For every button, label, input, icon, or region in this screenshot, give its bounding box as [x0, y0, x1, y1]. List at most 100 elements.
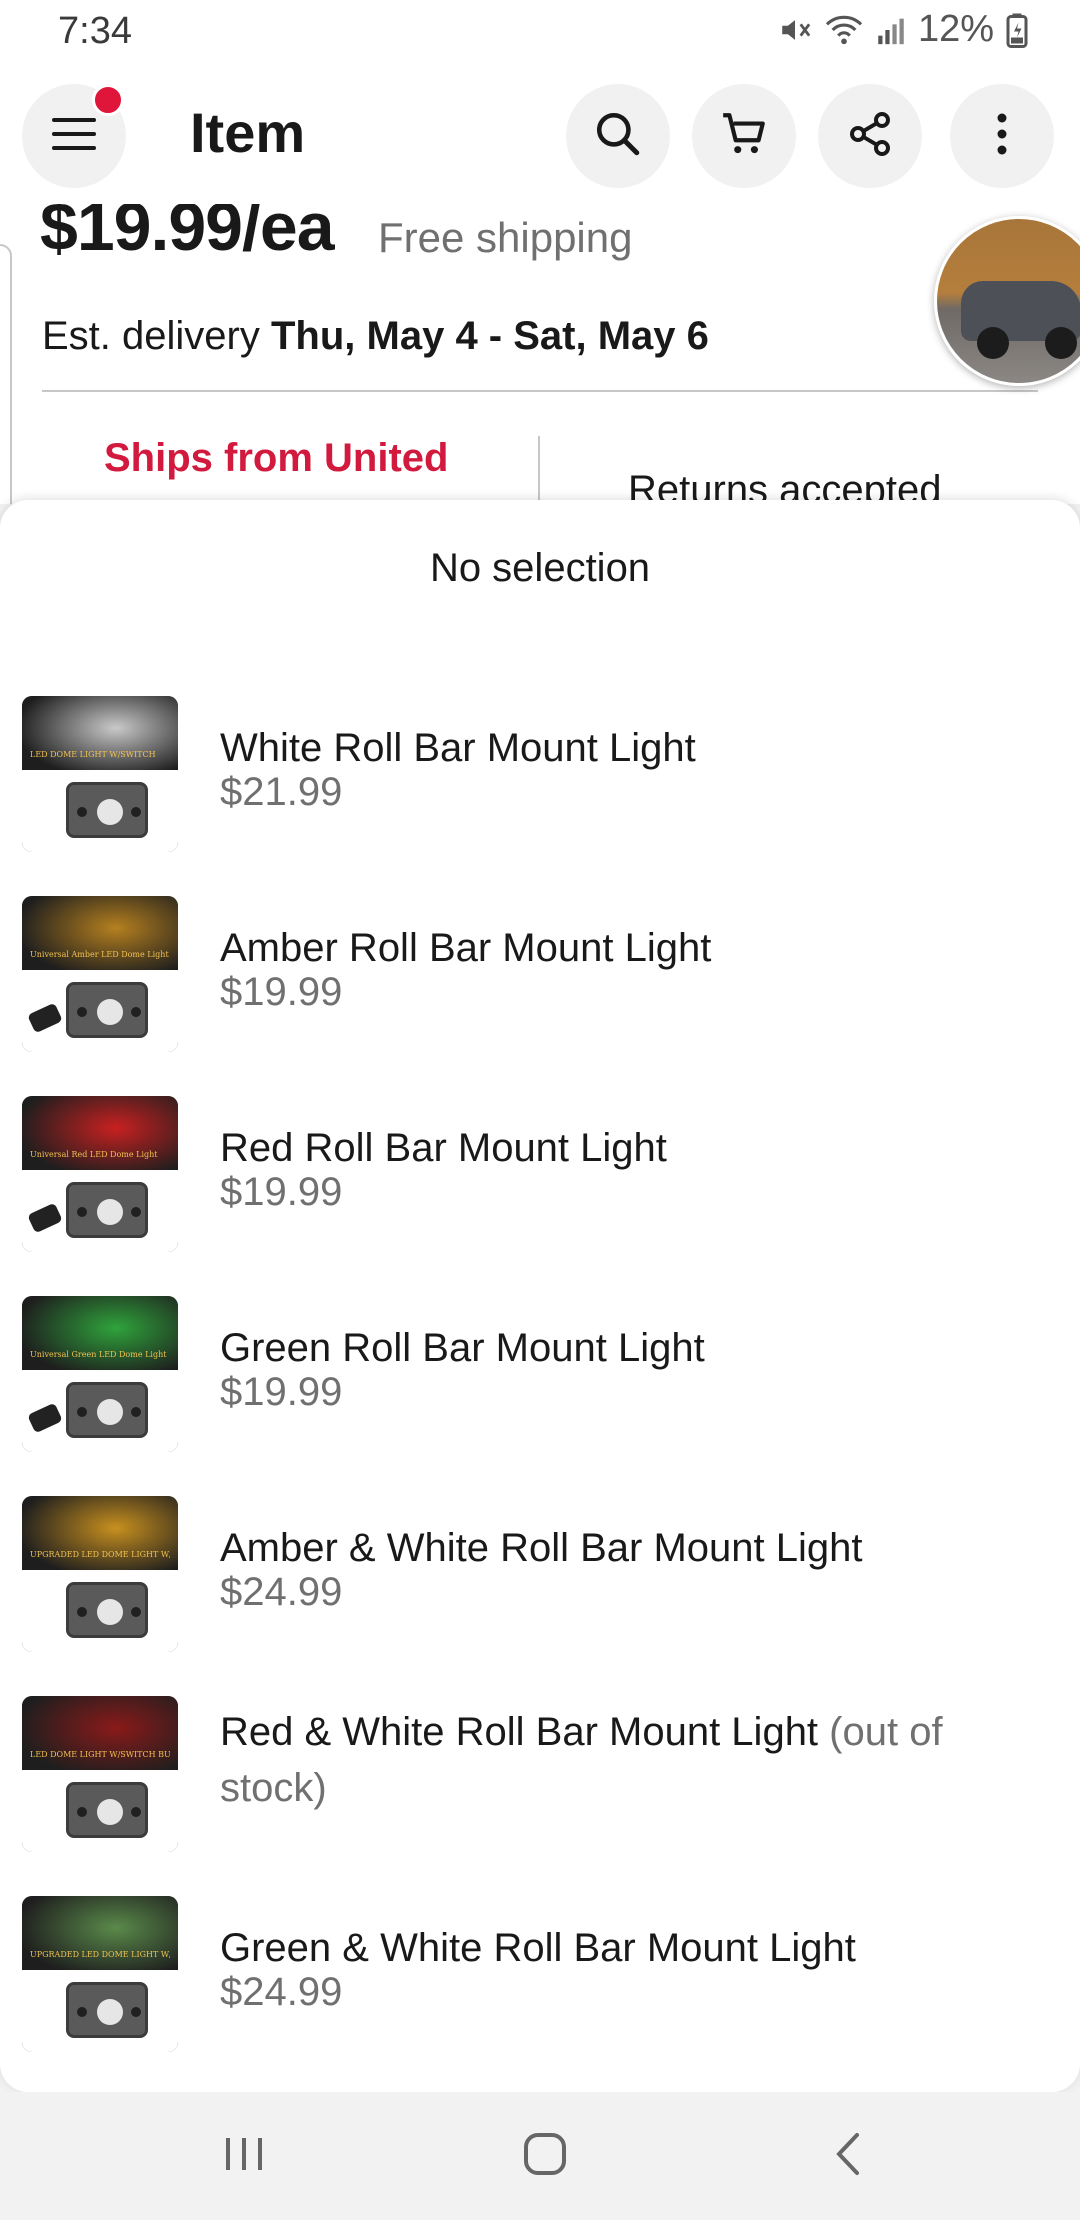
- delivery-dates: Thu, May 4 - Sat, May 6: [270, 314, 709, 358]
- thumbnail-glow: [22, 1896, 178, 1976]
- mount-screw: [77, 807, 87, 817]
- listing-summary: $19.99/ea Free shipping Est. delivery Th…: [0, 204, 1080, 504]
- light-pod-shape: [66, 1982, 148, 2038]
- thumbnail-banner: Universal Amber LED Dome Light: [30, 950, 169, 959]
- mount-screw: [131, 807, 141, 817]
- thumbnail-banner: LED DOME LIGHT W/SWITCH BUTTON: [30, 1750, 170, 1759]
- thumbnail-glow: [22, 696, 178, 776]
- delivery-estimate: Est. delivery Thu, May 4 - Sat, May 6: [42, 314, 709, 359]
- variation-option[interactable]: LED DOME LIGHT W/SWITCH White Roll Bar Mo…: [0, 696, 1080, 876]
- seller-avatar[interactable]: [934, 216, 1080, 386]
- variation-name: White Roll Bar Mount Light: [220, 720, 1020, 776]
- mount-screw: [131, 1007, 141, 1017]
- share-button[interactable]: [818, 84, 922, 188]
- mount-screw: [131, 1807, 141, 1817]
- thumbnail-banner: UPGRADED LED DOME LIGHT W/SWITCH BUTTON: [30, 1950, 170, 1959]
- variation-option[interactable]: UPGRADED LED DOME LIGHT W/SWITCH BUTTON G…: [0, 1896, 1080, 2076]
- mount-screw: [131, 1207, 141, 1217]
- thumbnail-banner: LED DOME LIGHT W/SWITCH: [30, 750, 156, 759]
- light-lens: [97, 1799, 123, 1825]
- delivery-label: Est. delivery: [42, 314, 260, 358]
- mount-screw: [131, 1407, 141, 1417]
- light-pod-shape: [66, 782, 148, 838]
- home-icon: [522, 2131, 568, 2182]
- variation-option[interactable]: LED DOME LIGHT W/SWITCH BUTTON Red & Whit…: [0, 1696, 1080, 1876]
- more-options-button[interactable]: [950, 84, 1054, 188]
- mount-screw: [77, 1407, 87, 1417]
- recents-icon: [222, 2134, 266, 2179]
- variation-sheet: No selection LED DOME LIGHT W/SWITCH Whit…: [0, 500, 1080, 2092]
- light-lens: [97, 1399, 123, 1425]
- share-icon: [846, 110, 894, 163]
- variation-price: $21.99: [220, 770, 343, 814]
- variation-option[interactable]: Universal Red LED Dome Light Red Roll Bar…: [0, 1096, 1080, 1276]
- mount-screw: [77, 2007, 87, 2017]
- variation-thumbnail: UPGRADED LED DOME LIGHT W/SWITCH BUTTON: [22, 1896, 178, 2052]
- search-icon: [593, 109, 643, 164]
- mount-screw: [77, 1207, 87, 1217]
- divider-vertical: [538, 436, 540, 504]
- variation-name-text: Green & White Roll Bar Mount Light: [220, 1926, 856, 1970]
- mount-screw: [131, 1607, 141, 1617]
- selection-status: No selection: [429, 546, 651, 590]
- cart-button[interactable]: [692, 84, 796, 188]
- variation-option[interactable]: Universal Amber LED Dome Light Amber Roll…: [0, 896, 1080, 1076]
- menu-icon: [52, 116, 96, 157]
- mute-icon: [778, 13, 812, 47]
- back-button[interactable]: [818, 2126, 878, 2186]
- signal-icon: [876, 13, 906, 47]
- item-price: $19.99/ea: [40, 204, 335, 265]
- variation-name: Green & White Roll Bar Mount Light: [220, 1920, 1020, 1976]
- variation-name: Red & White Roll Bar Mount Light (out of…: [220, 1704, 1020, 1816]
- ships-from-link[interactable]: Ships from United: [104, 436, 448, 481]
- returns-info[interactable]: Returns accepted: [628, 468, 942, 504]
- variation-thumbnail: LED DOME LIGHT W/SWITCH: [22, 696, 178, 852]
- divider: [42, 390, 1038, 392]
- notification-dot: [92, 84, 124, 116]
- light-lens: [97, 1599, 123, 1625]
- variation-name-text: Amber Roll Bar Mount Light: [220, 926, 712, 970]
- light-lens: [97, 999, 123, 1025]
- light-lens: [97, 799, 123, 825]
- mount-screw: [77, 1807, 87, 1817]
- image-carousel-edge: [0, 244, 12, 504]
- variation-price: $19.99: [220, 970, 343, 1014]
- variation-thumbnail: Universal Red LED Dome Light: [22, 1096, 178, 1252]
- light-pod-shape: [66, 1582, 148, 1638]
- back-icon: [833, 2131, 863, 2182]
- variation-name-text: Red Roll Bar Mount Light: [220, 1126, 667, 1170]
- home-button[interactable]: [515, 2126, 575, 2186]
- light-lens: [97, 1999, 123, 2025]
- thumbnail-glow: [22, 1096, 178, 1176]
- status-time: 7:34: [58, 10, 132, 52]
- shipping-info: Free shipping: [378, 214, 633, 261]
- status-bar: 7:34 12%: [0, 0, 1080, 64]
- variation-price: $19.99: [220, 1170, 343, 1214]
- page-title: Item: [190, 101, 306, 164]
- variation-name-text: Green Roll Bar Mount Light: [220, 1326, 705, 1370]
- variation-price: $24.99: [220, 1570, 343, 1614]
- variation-option[interactable]: Universal Green LED Dome Light Green Roll…: [0, 1296, 1080, 1476]
- variation-name: Red Roll Bar Mount Light: [220, 1120, 1020, 1176]
- thumbnail-glow: [22, 896, 178, 976]
- variation-price: $24.99: [220, 1970, 343, 2014]
- recents-button[interactable]: [214, 2126, 274, 2186]
- variation-name-text: White Roll Bar Mount Light: [220, 726, 696, 770]
- mount-screw: [131, 2007, 141, 2017]
- variation-name-text: Red & White Roll Bar Mount Light: [220, 1710, 819, 1754]
- variation-thumbnail: LED DOME LIGHT W/SWITCH BUTTON: [22, 1696, 178, 1852]
- variation-name: Amber Roll Bar Mount Light: [220, 920, 1020, 976]
- search-button[interactable]: [566, 84, 670, 188]
- variation-thumbnail: Universal Amber LED Dome Light: [22, 896, 178, 1052]
- system-nav-bar: [0, 2092, 1080, 2220]
- thumbnail-banner: UPGRADED LED DOME LIGHT W/SWITCH BUTTON: [30, 1550, 170, 1559]
- wifi-icon: [824, 13, 864, 47]
- variation-name-text: Amber & White Roll Bar Mount Light: [220, 1526, 863, 1570]
- light-pod-shape: [66, 1182, 148, 1238]
- variation-option[interactable]: UPGRADED LED DOME LIGHT W/SWITCH BUTTON A…: [0, 1496, 1080, 1676]
- variation-name: Green Roll Bar Mount Light: [220, 1320, 1020, 1376]
- car-wheel: [1045, 327, 1077, 359]
- status-icons: 12%: [778, 8, 1028, 51]
- more-icon: [996, 112, 1008, 161]
- light-pod-shape: [66, 982, 148, 1038]
